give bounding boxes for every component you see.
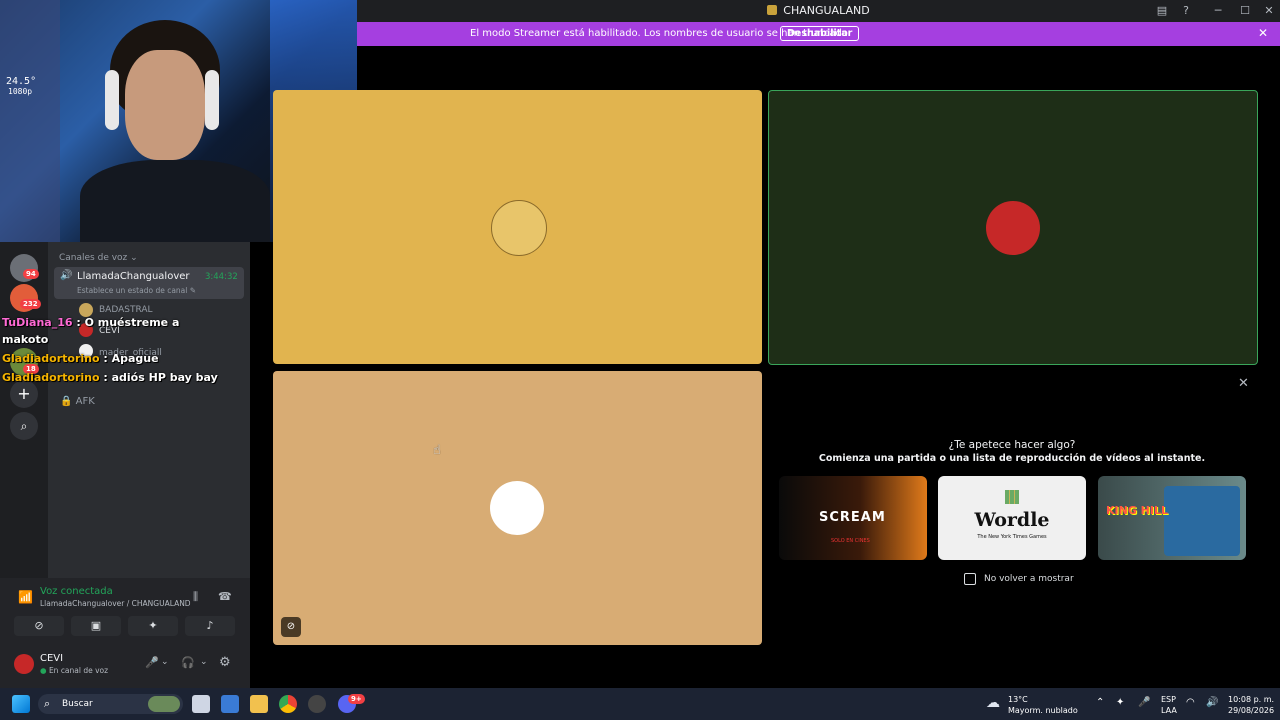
start-icon[interactable] bbox=[12, 695, 30, 713]
soundboard-button[interactable]: ♪ bbox=[185, 616, 235, 636]
activity-subtitle: Comienza una partida o una lista de repr… bbox=[818, 453, 1206, 464]
voice-channels-header[interactable]: Canales de voz ⌄ bbox=[59, 253, 138, 263]
voice-channel-active[interactable]: 🔊 LlamadaChangualover 3:44:32 Establece … bbox=[54, 267, 244, 299]
noise-icon[interactable]: ⫼ bbox=[193, 590, 198, 604]
chevron-up-icon[interactable]: ⌃ bbox=[1096, 697, 1104, 708]
user-status: ● En canal de voz bbox=[40, 666, 109, 675]
chat-overlay-line: makoto bbox=[2, 333, 49, 346]
streamer-shirt bbox=[80, 160, 270, 242]
language-layout[interactable]: LAA bbox=[1161, 706, 1177, 716]
streamer-face bbox=[125, 50, 205, 160]
clock-date[interactable]: 29/08/2026 bbox=[1228, 706, 1274, 716]
task-view-icon[interactable] bbox=[192, 695, 210, 713]
signal-icon[interactable]: 📶 bbox=[18, 590, 33, 604]
user-panel: CEVI ● En canal de voz 🎤 ⌄ 🎧 ⌄ ⚙ bbox=[0, 646, 250, 688]
wordle-icon bbox=[1005, 490, 1019, 504]
activities-button[interactable]: ✦ bbox=[128, 616, 178, 636]
screen-share-button[interactable]: ▣ bbox=[71, 616, 121, 636]
afk-channel[interactable]: 🔒 AFK bbox=[60, 396, 95, 407]
muted-icon: ⊘ bbox=[281, 617, 301, 637]
avatar bbox=[490, 481, 544, 535]
chat-overlay-line: TuDiana_16 : O muéstreme a bbox=[2, 316, 180, 329]
speaker-icon: 🔊 bbox=[60, 270, 73, 281]
username: CEVI bbox=[40, 653, 64, 664]
chevron-down-icon[interactable]: ⌄ bbox=[161, 657, 169, 667]
wifi-icon[interactable]: ◠ bbox=[1186, 697, 1195, 708]
weather-desc: Mayorm. nublado bbox=[1008, 706, 1078, 715]
close-window-button[interactable]: ✕ bbox=[1261, 3, 1277, 19]
chat-user: TuDiana_16 bbox=[2, 316, 73, 329]
close-activity-icon[interactable]: ✕ bbox=[1238, 376, 1249, 391]
maximize-button[interactable]: ☐ bbox=[1237, 3, 1253, 19]
server-badge: 232 bbox=[20, 299, 41, 309]
weather-icon[interactable]: ☁ bbox=[986, 695, 1000, 711]
search-icon: ⌕ bbox=[44, 697, 51, 710]
video-tile[interactable] bbox=[273, 90, 762, 364]
close-banner-icon[interactable]: ✕ bbox=[1258, 26, 1268, 40]
chevron-down-icon[interactable]: ⌄ bbox=[200, 657, 208, 667]
activity-card-wordle[interactable]: Wordle The New York Times Games bbox=[938, 476, 1086, 560]
camera-off-button[interactable]: ⊘ bbox=[14, 616, 64, 636]
chrome-icon[interactable] bbox=[279, 695, 297, 713]
video-tile-speaking[interactable] bbox=[768, 90, 1258, 365]
disconnect-icon[interactable]: ☎ bbox=[218, 590, 232, 603]
language[interactable]: ESP bbox=[1161, 695, 1176, 705]
server-icon bbox=[767, 5, 778, 15]
search-box[interactable]: ⌕ Buscar bbox=[38, 694, 183, 714]
help-icon[interactable]: ? bbox=[1178, 3, 1194, 19]
notification-badge: 9+ bbox=[348, 694, 365, 704]
activity-title: ¿Te apetece hacer algo? bbox=[948, 439, 1076, 451]
voice-status: Voz conectada bbox=[40, 586, 113, 597]
microphone-icon[interactable]: 🎤 bbox=[1138, 697, 1150, 708]
dont-show-label: No volver a mostrar bbox=[984, 574, 1074, 584]
avatar[interactable] bbox=[79, 303, 93, 317]
streamer-mode-banner: El modo Streamer está habilitado. Los no… bbox=[357, 22, 1280, 46]
clock-time[interactable]: 10:08 p. m. bbox=[1228, 695, 1274, 705]
weather-temp: 13°C bbox=[1008, 695, 1028, 704]
lock-icon: 🔒 bbox=[60, 396, 73, 407]
avatar[interactable] bbox=[14, 654, 34, 674]
chat-overlay-line: Gladiadortorino : Apague bbox=[2, 352, 159, 365]
channel-timer: 3:44:32 bbox=[205, 272, 238, 282]
add-server-icon[interactable]: + bbox=[10, 380, 38, 408]
avatar bbox=[491, 200, 547, 256]
window-title-bar: CHANGUALAND ▤ ? ─ ☐ ✕ bbox=[357, 0, 1280, 22]
channel-name: LlamadaChangualover bbox=[77, 271, 190, 282]
headphones-icon[interactable]: 🎧 bbox=[181, 656, 195, 669]
dont-show-checkbox[interactable] bbox=[964, 573, 976, 585]
video-tile[interactable]: ⊘ ☝ bbox=[273, 371, 762, 645]
file-explorer-icon[interactable] bbox=[250, 695, 268, 713]
window-title: CHANGUALAND bbox=[357, 4, 1280, 17]
activity-card-king-hill[interactable]: KING HILL bbox=[1098, 476, 1246, 560]
gear-icon[interactable]: ⚙ bbox=[219, 655, 231, 670]
cursor-icon: ☝ bbox=[433, 443, 441, 458]
channel-status[interactable]: Establece un estado de canal ✎ bbox=[77, 286, 196, 295]
obs-icon[interactable] bbox=[308, 695, 326, 713]
disable-streamer-button[interactable]: Deshabilitar bbox=[780, 26, 860, 41]
voice-user[interactable]: BADASTRAL bbox=[99, 305, 153, 315]
resolution-readout: 1080p bbox=[8, 87, 33, 96]
inbox-icon[interactable]: ▤ bbox=[1154, 3, 1170, 19]
chat-overlay-line: Gladiadortorino : adiós HP bay bay bbox=[2, 371, 218, 384]
explore-icon[interactable]: ⌕ bbox=[10, 412, 38, 440]
network-icon[interactable]: ✦ bbox=[1116, 697, 1124, 708]
avatar bbox=[986, 201, 1040, 255]
volume-icon[interactable]: 🔊 bbox=[1206, 697, 1218, 708]
server-badge: 94 bbox=[23, 269, 39, 279]
temp-readout: 24.5° bbox=[6, 76, 37, 87]
app-icon[interactable] bbox=[221, 695, 239, 713]
microphone-icon[interactable]: 🎤 bbox=[145, 656, 159, 669]
activity-card-scream[interactable]: SCREAM SOLO EN CINES bbox=[779, 476, 927, 560]
search-highlight-icon bbox=[148, 696, 180, 712]
minimize-button[interactable]: ─ bbox=[1210, 3, 1226, 19]
voice-location[interactable]: LlamadaChangualover / CHANGUALAND bbox=[40, 599, 191, 608]
